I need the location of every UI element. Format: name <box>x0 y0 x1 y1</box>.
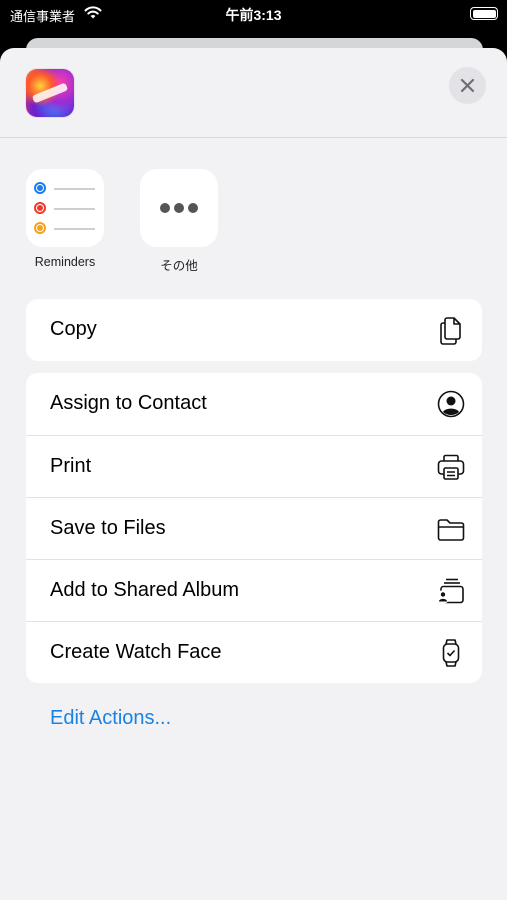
edit-actions-link[interactable]: Edit Actions... <box>50 707 171 730</box>
actions-group: Assign to Contact Print Save to Files Ad… <box>26 373 482 683</box>
action-label: Save to Files <box>50 517 166 539</box>
shared-album-icon <box>436 578 464 604</box>
share-target-reminders[interactable]: Reminders <box>26 169 104 269</box>
status-time: 午前3:13 <box>225 7 282 23</box>
share-sheet: Reminders その他 Copy Assign to Contact Pri… <box>0 48 507 900</box>
watch-icon <box>442 639 460 667</box>
share-target-label: その他 <box>160 259 198 273</box>
printer-icon <box>437 454 465 480</box>
action-label: Add to Shared Album <box>50 579 240 601</box>
status-bar: 通信事業者 午前3:13 <box>0 0 507 30</box>
header-divider <box>0 137 507 138</box>
ios-screen: 通信事業者 午前3:13 Reminders その他 Copy Assign t… <box>0 0 507 900</box>
app-icon <box>26 69 74 117</box>
action-label: Print <box>50 455 92 477</box>
more-icon <box>140 169 218 247</box>
close-icon <box>460 78 475 93</box>
close-button[interactable] <box>449 67 486 104</box>
action-add-to-shared-album[interactable]: Add to Shared Album <box>26 559 482 621</box>
action-label: Copy <box>50 318 97 340</box>
copy-group: Copy <box>26 299 482 361</box>
action-label: Create Watch Face <box>50 641 222 663</box>
action-save-to-files[interactable]: Save to Files <box>26 497 482 559</box>
battery-icon <box>470 7 498 20</box>
person-circle-icon <box>437 390 465 418</box>
reminders-icon <box>26 169 104 247</box>
copy-icon <box>440 317 461 345</box>
action-create-watch-face[interactable]: Create Watch Face <box>26 621 482 683</box>
folder-icon <box>437 519 465 541</box>
action-print[interactable]: Print <box>26 435 482 497</box>
action-copy[interactable]: Copy <box>26 299 482 361</box>
share-target-label: Reminders <box>34 255 96 269</box>
action-label: Assign to Contact <box>50 392 207 414</box>
action-assign-to-contact[interactable]: Assign to Contact <box>26 373 482 435</box>
share-target-more[interactable]: その他 <box>140 169 218 274</box>
